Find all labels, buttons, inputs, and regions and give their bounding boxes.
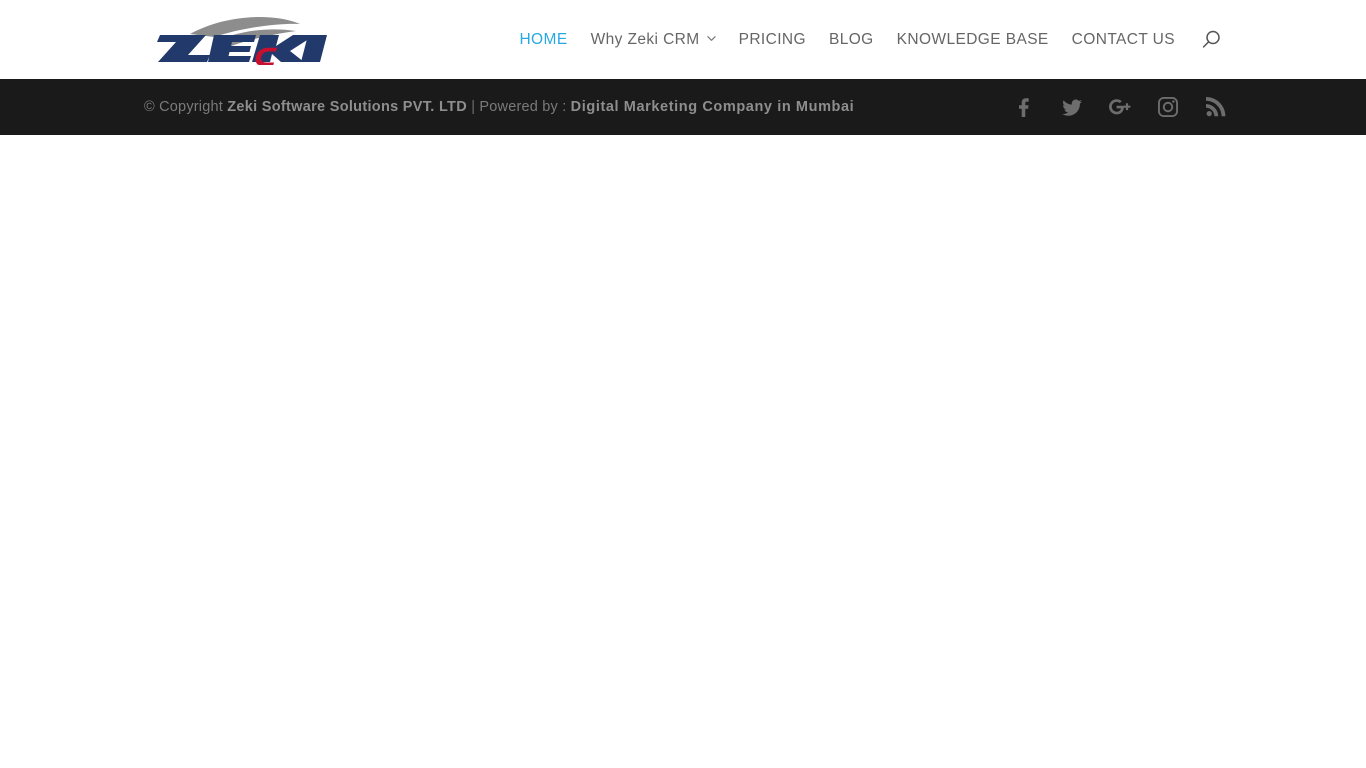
copyright-word: Copyright <box>159 98 223 115</box>
nav-item-pricing[interactable]: PRICING <box>739 32 806 48</box>
powered-by-label: Powered by : <box>479 98 567 115</box>
footer-separator: | <box>471 98 476 115</box>
main-navigation: HOME Why Zeki CRM PRICING BLOG KNOWLEDGE… <box>519 0 1223 79</box>
social-links <box>1012 95 1228 119</box>
nav-item-label: KNOWLEDGE BASE <box>896 30 1049 48</box>
facebook-icon[interactable] <box>1012 95 1036 119</box>
twitter-icon[interactable] <box>1060 95 1084 119</box>
chevron-down-icon <box>706 34 716 43</box>
nav-item-label: CONTACT US <box>1071 30 1175 48</box>
nav-item-label: Why Zeki CRM <box>590 30 700 48</box>
logo-graphic <box>157 17 327 65</box>
footer-bar: © Copyright Zeki Software Solutions PVT.… <box>0 79 1366 135</box>
site-header: HOME Why Zeki CRM PRICING BLOG KNOWLEDGE… <box>0 0 1366 79</box>
nav-item-blog[interactable]: BLOG <box>829 32 874 48</box>
search-icon[interactable] <box>1199 28 1223 52</box>
google-plus-icon[interactable] <box>1108 95 1132 119</box>
zeki-crm-logo[interactable] <box>148 15 332 65</box>
nav-item-label: PRICING <box>738 30 806 48</box>
nav-item-label: HOME <box>519 30 568 48</box>
nav-item-label: BLOG <box>828 30 874 48</box>
nav-item-contact-us[interactable]: CONTACT US <box>1072 32 1175 48</box>
copyright-symbol: © <box>144 98 155 115</box>
page-content-area <box>0 135 1366 768</box>
powered-by-link[interactable]: Digital Marketing Company in Mumbai <box>571 99 855 115</box>
rss-icon[interactable] <box>1204 95 1228 119</box>
nav-item-knowledge-base[interactable]: KNOWLEDGE BASE <box>897 32 1049 48</box>
company-name: Zeki Software Solutions PVT. LTD <box>227 98 467 115</box>
nav-item-home[interactable]: HOME <box>519 32 567 48</box>
nav-item-why-zeki-crm[interactable]: Why Zeki CRM <box>591 32 716 48</box>
instagram-icon[interactable] <box>1156 95 1180 119</box>
footer-copyright: © Copyright Zeki Software Solutions PVT.… <box>144 100 854 115</box>
